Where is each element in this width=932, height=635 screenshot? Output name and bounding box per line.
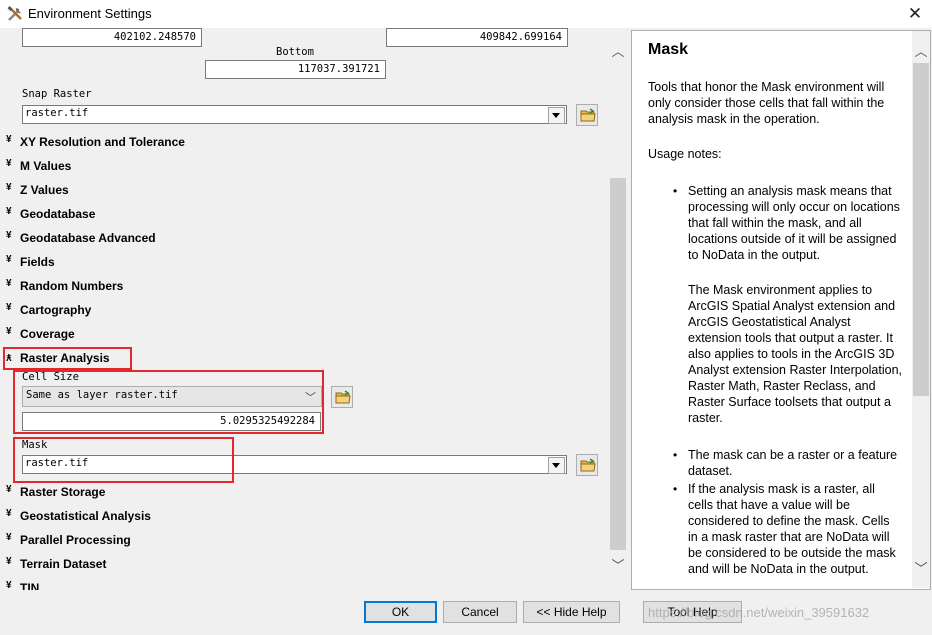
help-usage-heading: Usage notes: [648,147,722,161]
close-button[interactable]: ✕ [905,4,925,24]
section-tin[interactable]: ¥ TIN [0,579,600,590]
section-raster-analysis[interactable]: ¥ Raster Analysis [0,349,600,369]
expand-chevron-icon: ¥ [6,134,12,145]
expand-chevron-icon: ¥ [6,580,12,590]
watermark: https://blog.csdn.net/weixin_39591632 [648,605,870,620]
section-geodatabase-advanced[interactable]: ¥ Geodatabase Advanced [0,229,600,249]
folder-icon [580,458,596,472]
expand-chevron-icon: ¥ [6,206,12,217]
expand-chevron-icon: ¥ [6,230,12,241]
expand-chevron-icon: ¥ [6,182,12,193]
dropdown-arrow-icon[interactable] [548,107,565,124]
folder-icon [580,108,596,122]
snap-raster-label: Snap Raster [22,88,92,100]
mask-label: Mask [22,439,48,451]
scroll-down-icon[interactable]: ﹀ [610,558,626,574]
snap-raster-value: raster.tif [25,107,89,119]
expand-chevron-icon: ¥ [6,278,12,289]
cell-size-combo[interactable]: Same as layer raster.tif ﹀ [22,386,322,407]
extent-left-field[interactable]: 402102.248570 [22,28,202,47]
section-raster-storage[interactable]: ¥ Raster Storage [0,483,600,503]
section-parallel-processing[interactable]: ¥ Parallel Processing [0,531,600,551]
dropdown-arrow-icon[interactable] [548,457,565,474]
section-geodatabase[interactable]: ¥ Geodatabase [0,205,600,225]
chevron-down-icon[interactable]: ﹀ [305,389,316,405]
snap-raster-browse-button[interactable] [576,104,598,126]
expand-chevron-icon: ¥ [6,302,12,313]
help-scrollbar-thumb[interactable] [913,63,929,396]
settings-scrollbar-thumb[interactable] [610,178,626,550]
collapse-chevron-icon: ¥ [6,351,12,362]
expand-chevron-icon: ¥ [6,532,12,543]
help-intro: Tools that honor the Mask environment wi… [648,80,885,126]
expand-chevron-icon: ¥ [6,254,12,265]
section-m-values[interactable]: ¥ M Values [0,157,600,177]
extent-right-field[interactable]: 409842.699164 [386,28,568,47]
extent-bottom-label: Bottom [276,46,314,58]
expand-chevron-icon: ¥ [6,508,12,519]
snap-raster-combo[interactable]: raster.tif [22,105,567,124]
help-bullet-1: Setting an analysis mask means that proc… [673,183,902,263]
section-terrain-dataset[interactable]: ¥ Terrain Dataset [0,555,600,575]
section-xy-resolution[interactable]: ¥ XY Resolution and Tolerance [0,133,600,153]
cell-size-browse-button[interactable] [331,386,353,408]
help-bullet-2: The mask can be a raster or a feature da… [673,447,902,479]
help-bullet-1-paragraph: The Mask environment applies to ArcGIS S… [688,283,903,425]
section-fields[interactable]: ¥ Fields [0,253,600,273]
folder-icon [335,390,351,404]
cell-size-value-field[interactable]: 5.0295325492284 [22,412,321,431]
expand-chevron-icon: ¥ [6,484,12,495]
cell-size-label: Cell Size [22,371,79,383]
expand-chevron-icon: ¥ [6,556,12,567]
tools-icon [6,5,24,23]
window-title: Environment Settings [28,6,152,21]
extent-bottom-field[interactable]: 117037.391721 [205,60,386,79]
scroll-up-icon[interactable]: ︿ [610,44,626,60]
hide-help-button[interactable]: << Hide Help [523,601,620,623]
title-bar: Environment Settings ✕ [0,0,932,28]
help-panel: Mask Tools that honor the Mask environme… [631,30,931,590]
mask-combo[interactable]: raster.tif [22,455,567,474]
expand-chevron-icon: ¥ [6,158,12,169]
ok-button[interactable]: OK [364,601,437,623]
section-random-numbers[interactable]: ¥ Random Numbers [0,277,600,297]
section-cartography[interactable]: ¥ Cartography [0,301,600,321]
section-geostatistical-analysis[interactable]: ¥ Geostatistical Analysis [0,507,600,527]
mask-value: raster.tif [25,457,89,469]
cancel-button[interactable]: Cancel [443,601,517,623]
help-scroll-up-icon[interactable]: ︿ [913,44,929,60]
help-scroll-down-icon[interactable]: ﹀ [913,561,929,577]
expand-chevron-icon: ¥ [6,326,12,337]
cell-size-option: Same as layer raster.tif [26,389,178,401]
help-bullet-3: If the analysis mask is a raster, all ce… [673,481,902,577]
settings-panel: 402102.248570 409842.699164 Bottom 11703… [0,28,628,590]
section-coverage[interactable]: ¥ Coverage [0,325,600,345]
section-z-values[interactable]: ¥ Z Values [0,181,600,201]
mask-browse-button[interactable] [576,454,598,476]
help-title: Mask [648,41,689,58]
